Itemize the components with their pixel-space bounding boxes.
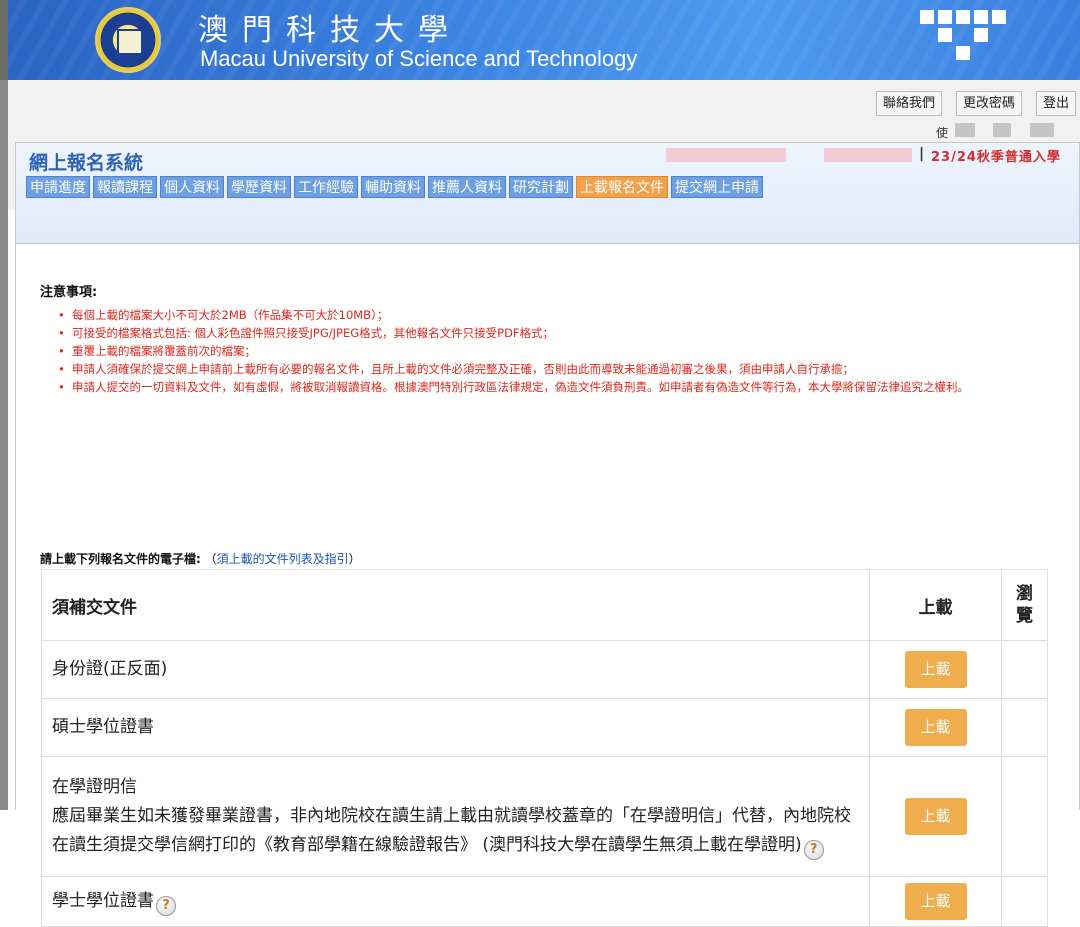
table-row: 在學證明信應屆畢業生如未獲發畢業證書，非內地院校在讀生請上載由就讀學校蓋章的「在… <box>40 756 1048 877</box>
document-name-cell: 在學證明信應屆畢業生如未獲發畢業證書，非內地院校在讀生請上載由就讀學校蓋章的「在… <box>40 756 871 877</box>
upload-button[interactable]: 上載 <box>904 709 967 746</box>
system-title: 網上報名系統 <box>29 152 144 174</box>
browse-cell <box>1001 876 1048 927</box>
tab-6[interactable]: 推薦人資料 <box>428 176 506 198</box>
document-name-cell: 學士學位證書? <box>40 876 871 927</box>
upload-cell: 上載 <box>869 876 1003 927</box>
table-row: 碩士學位證書 上載 <box>40 698 1048 757</box>
tab-0[interactable]: 申請進度 <box>26 176 90 198</box>
browse-column-header: 瀏覽 <box>1001 569 1048 641</box>
upload-intro: 請上載下列報名文件的電子檔: （須上載的文件列表及指引） <box>40 550 361 567</box>
banner-edge <box>0 0 8 80</box>
notice-item: 可接受的檔案格式包括: 個人彩色證件照只接受JPG/JPEG格式，其他報名文件只… <box>58 324 1032 342</box>
redacted-username-part <box>993 123 1011 137</box>
document-name-cell: 身份證(正反面) <box>40 640 871 699</box>
tab-9[interactable]: 提交網上申請 <box>671 176 763 198</box>
university-name-zh: 澳門科技大學 <box>198 13 462 48</box>
browse-cell <box>1001 756 1048 877</box>
notice-item: 申請人提交的一切資料及文件，如有虛假，將被取消報讀資格。根據澳門特別行政區法律規… <box>58 378 1032 396</box>
documents-table: 須補交文件 上載 瀏覽 身份證(正反面) 上載 碩士學位證書 上載 在學證明信 應屆畢業生… <box>40 569 1048 927</box>
redacted-username-part <box>1030 123 1054 137</box>
user-label: 使 <box>936 126 949 140</box>
document-name: 碩士學位證書 <box>52 717 154 737</box>
upload-button[interactable]: 上載 <box>904 883 967 920</box>
document-name: 學士學位證書 <box>52 891 154 911</box>
table-row: 學士學位證書? 上載 <box>40 876 1048 927</box>
document-name: 身份證(正反面) <box>52 659 168 679</box>
tab-1[interactable]: 報讀課程 <box>93 176 157 198</box>
upload-button[interactable]: 上載 <box>904 651 967 688</box>
notice-item: 重覆上載的檔案將覆蓋前次的檔案； <box>58 342 1032 360</box>
document-description: 應屆畢業生如未獲發畢業證書，非內地院校在讀生請上載由就讀學校蓋章的「在學證明信」… <box>52 806 851 855</box>
brand-mark-icon <box>920 10 1010 70</box>
upload-intro-close: ） <box>348 552 361 566</box>
browse-cell <box>1001 698 1048 757</box>
tab-7[interactable]: 研究計劃 <box>509 176 573 198</box>
table-row: 身份證(正反面) 上載 <box>40 640 1048 699</box>
notice-list: 每個上載的檔案大小不可大於2MB（作品集不可大於10MB）；可接受的檔案格式包括… <box>58 306 1032 396</box>
header-banner: 澳門科技大學 Macau University of Science and T… <box>0 0 1080 80</box>
upload-column-header: 上載 <box>869 569 1003 641</box>
upload-cell: 上載 <box>869 640 1003 699</box>
document-name: 在學證明信 <box>52 777 137 797</box>
browse-cell <box>1001 640 1048 699</box>
change-password-button[interactable]: 更改密碼 <box>956 91 1023 116</box>
tab-8[interactable]: 上載報名文件 <box>576 176 668 198</box>
notice-item: 每個上載的檔案大小不可大於2MB（作品集不可大於10MB）； <box>58 306 1032 324</box>
application-panel: 網上報名系統 | 23/24秋季普通入學 申請進度 報讀課程 個人資料 學歷資料 工作經… <box>15 142 1080 927</box>
document-name-cell: 碩士學位證書 <box>40 698 871 757</box>
seal-inner <box>117 29 143 55</box>
university-name-en: Macau University of Science and Technolo… <box>200 46 638 71</box>
upload-content: 注意事項: 每個上載的檔案大小不可大於2MB（作品集不可大於10MB）；可接受的… <box>16 243 1079 927</box>
table-header-row: 須補交文件 上載 瀏覽 <box>40 569 1048 641</box>
tab-3[interactable]: 學歷資料 <box>227 176 291 198</box>
header-separator: | <box>919 146 925 162</box>
notice-title: 注意事項: <box>40 285 98 300</box>
step-tabs: 申請進度 報讀課程 個人資料 學歷資料 工作經驗 輔助資料 推薦人資料 研究計劃 上載報名文件提… <box>26 176 763 198</box>
document-column-header: 須補交文件 <box>40 569 871 641</box>
help-icon[interactable]: ? <box>156 896 176 916</box>
upload-cell: 上載 <box>869 698 1003 757</box>
upload-cell: 上載 <box>869 756 1003 877</box>
university-seal-logo <box>95 7 161 73</box>
tab-5[interactable]: 輔助資料 <box>361 176 425 198</box>
notice-item: 申請人須確保於提交網上申請前上載所有必要的報名文件，且所上載的文件必須完整及正確… <box>58 360 1032 378</box>
upload-intro-text: 請上載下列報名文件的電子檔: <box>40 552 201 566</box>
redacted-applicant-id <box>824 148 912 162</box>
panel-header: 網上報名系統 | 23/24秋季普通入學 申請進度 報讀課程 個人資料 學歷資料 工作經… <box>16 143 1079 243</box>
help-icon[interactable]: ? <box>803 840 824 860</box>
admission-term: 23/24秋季普通入學 <box>931 150 1061 165</box>
contact-us-button[interactable]: 聯絡我們 <box>876 91 943 116</box>
browse-header-text: 瀏覽 <box>1016 584 1033 626</box>
redacted-username <box>955 123 975 137</box>
window-left-edge <box>0 80 8 810</box>
logout-button[interactable]: 登出 <box>1036 91 1077 116</box>
tab-2[interactable]: 個人資料 <box>160 176 224 198</box>
document-guide-link[interactable]: 須上載的文件列表及指引 <box>217 552 349 566</box>
tab-4[interactable]: 工作經驗 <box>294 176 358 198</box>
upload-button[interactable]: 上載 <box>904 798 967 835</box>
redacted-applicant-info <box>666 148 786 162</box>
upload-intro-open: （ <box>204 552 217 566</box>
